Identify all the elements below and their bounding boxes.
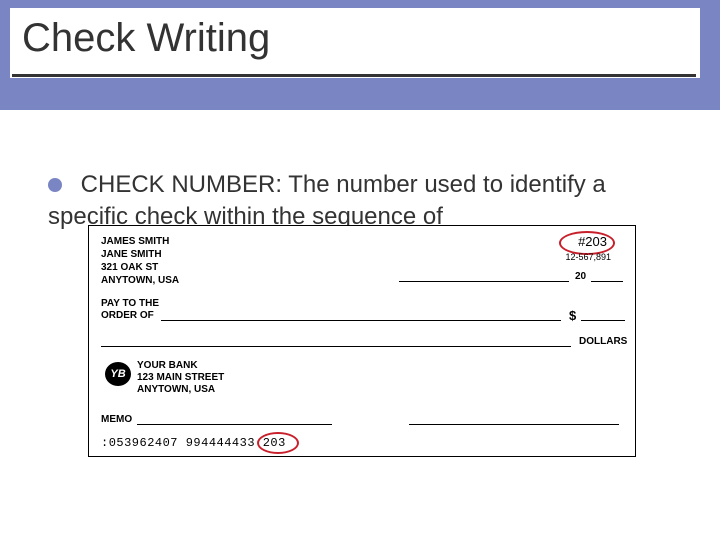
bank-name: YOUR BANK (137, 360, 198, 373)
pay-to-label-1: PAY TO THE (101, 298, 159, 311)
bullet-icon (48, 178, 62, 192)
payee-line (161, 320, 561, 321)
bank-logo-icon: YB (105, 362, 131, 386)
pay-to-label-2: ORDER OF (101, 310, 154, 323)
amount-words-line (101, 346, 571, 347)
date-century: 20 (575, 271, 586, 282)
dollar-sign: $ (569, 308, 576, 323)
holder-name-1: JAMES SMITH (101, 236, 169, 249)
bank-city: ANYTOWN, USA (137, 384, 215, 397)
bank-street: 123 MAIN STREET (137, 372, 224, 385)
holder-street: 321 OAK ST (101, 262, 158, 275)
header-underline (12, 74, 696, 77)
holder-name-2: JANE SMITH (101, 249, 162, 262)
amount-box-line (581, 320, 625, 321)
date-line (399, 281, 569, 282)
slide: Check Writing CHECK NUMBER: The number u… (0, 0, 720, 540)
micr-check-number-highlight (257, 432, 299, 454)
memo-label: MEMO (101, 414, 132, 427)
holder-city: ANYTOWN, USA (101, 275, 179, 288)
memo-line (137, 424, 332, 425)
check-illustration: JAMES SMITH JANE SMITH 321 OAK ST ANYTOW… (88, 225, 636, 457)
routing-display: 12-567,891 (565, 252, 611, 262)
slide-title: Check Writing (22, 16, 270, 61)
bullet-item: CHECK NUMBER: The number used to identif… (48, 168, 680, 233)
header-band: Check Writing (0, 0, 720, 110)
date-year-line (591, 281, 623, 282)
bullet-text: CHECK NUMBER: The number used to identif… (48, 171, 606, 230)
signature-line (409, 424, 619, 425)
dollars-label: DOLLARS (579, 336, 627, 347)
